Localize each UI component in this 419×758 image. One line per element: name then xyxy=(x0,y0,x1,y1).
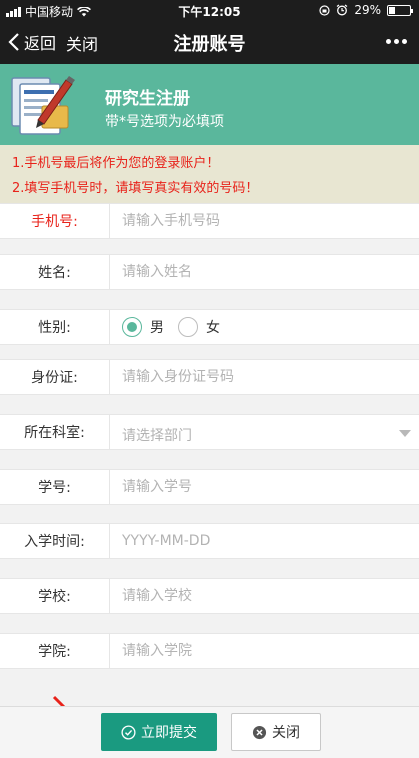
chevron-down-icon xyxy=(399,430,411,437)
enroll-date-input[interactable] xyxy=(111,524,419,558)
back-button[interactable]: 返回 xyxy=(8,30,56,54)
submit-button[interactable]: 立即提交 xyxy=(101,713,217,751)
id-card-label: 身份证: xyxy=(0,360,110,394)
notice-line-1: 1.手机号最后将作为您的登录账户！ xyxy=(12,156,220,171)
gender-radio-group: 男 女 xyxy=(122,310,234,344)
registration-form-icon xyxy=(11,76,75,135)
department-placeholder: 请选择部门 xyxy=(122,428,192,444)
battery-percent: 29% xyxy=(354,3,381,17)
page-title: 注册账号 xyxy=(173,34,246,55)
nav-close-button[interactable]: 关闭 xyxy=(66,31,98,55)
name-row: 姓名: xyxy=(0,254,419,290)
battery-icon xyxy=(387,4,413,16)
banner-subtitle: 带*号选项为必填项 xyxy=(105,114,224,130)
more-dot-icon xyxy=(393,38,399,44)
student-id-row: 学号: xyxy=(0,469,419,505)
id-card-row: 身份证: xyxy=(0,359,419,395)
bottom-action-bar: 立即提交 关闭 xyxy=(0,706,419,758)
battery-fill xyxy=(389,6,395,14)
department-label: 所在科室: xyxy=(0,415,110,449)
notice-line-2: 2.填写手机号时，请填写真实有效的号码！ xyxy=(12,181,259,196)
college-input[interactable] xyxy=(111,634,419,668)
student-id-label: 学号: xyxy=(0,470,110,504)
radio-unchecked-icon xyxy=(178,317,198,337)
phone-label: 手机号: xyxy=(0,204,110,238)
gender-male-radio[interactable]: 男 xyxy=(122,317,164,337)
close-label: 关闭 xyxy=(272,725,300,741)
status-bar: 中国移动 下午12:05 29% xyxy=(0,0,419,20)
school-row: 学校: xyxy=(0,578,419,614)
phone-input[interactable] xyxy=(111,204,419,238)
enroll-date-row: 入学时间: xyxy=(0,523,419,559)
gender-female-label: 女 xyxy=(206,320,220,336)
phone-row: 手机号: xyxy=(0,203,419,239)
banner-title: 研究生注册 xyxy=(105,89,190,109)
name-input[interactable] xyxy=(111,255,419,289)
status-right: 29% xyxy=(319,3,413,17)
school-input[interactable] xyxy=(111,579,419,613)
enroll-date-label: 入学时间: xyxy=(0,524,110,558)
radio-checked-icon xyxy=(122,317,142,337)
notice-box: 1.手机号最后将作为您的登录账户！ 2.填写手机号时，请填写真实有效的号码！ xyxy=(0,145,419,203)
header-banner: 研究生注册 带*号选项为必填项 xyxy=(0,64,419,145)
school-label: 学校: xyxy=(0,579,110,613)
chevron-left-icon xyxy=(8,33,19,51)
close-circle-icon xyxy=(252,725,267,739)
college-row: 学院: xyxy=(0,633,419,669)
submit-label: 立即提交 xyxy=(141,725,197,741)
student-id-input[interactable] xyxy=(111,470,419,504)
id-card-input[interactable] xyxy=(111,360,419,394)
more-dot-icon xyxy=(401,38,407,44)
check-circle-icon xyxy=(121,724,136,740)
name-label: 姓名: xyxy=(0,255,110,289)
close-button[interactable]: 关闭 xyxy=(231,713,321,751)
orientation-lock-icon xyxy=(319,4,330,16)
department-select[interactable]: 所在科室: 请选择部门 xyxy=(0,414,419,450)
gender-label: 性别: xyxy=(0,310,110,344)
more-dot-icon xyxy=(385,38,391,44)
back-label: 返回 xyxy=(24,34,57,53)
more-menu-button[interactable] xyxy=(381,26,411,56)
gender-female-radio[interactable]: 女 xyxy=(178,317,220,337)
nav-bar: 返回 关闭 注册账号 xyxy=(0,20,419,64)
alarm-icon xyxy=(336,4,348,16)
college-label: 学院: xyxy=(0,634,110,668)
gender-row: 性别: 男 女 xyxy=(0,309,419,345)
gender-male-label: 男 xyxy=(150,320,164,336)
